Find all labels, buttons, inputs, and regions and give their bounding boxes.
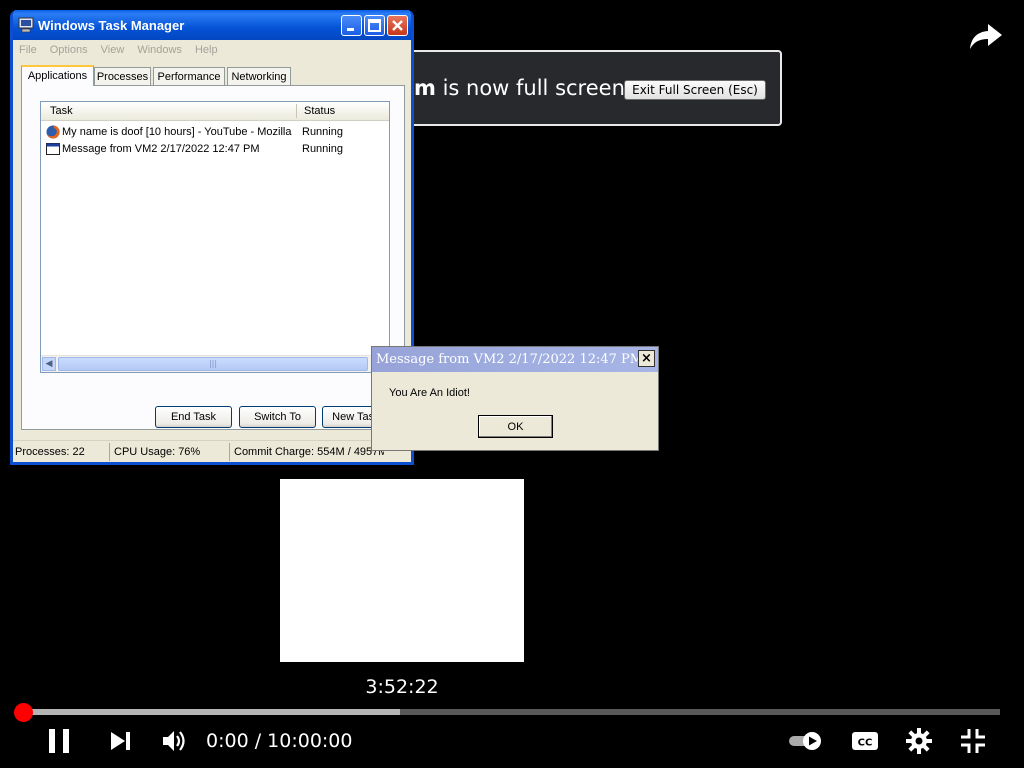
close-icon[interactable]: ×	[638, 350, 655, 367]
task-manager-window: Windows Task Manager File Options View W…	[10, 10, 414, 465]
table-row[interactable]: Message from VM2 2/17/2022 12:47 PM Runn…	[41, 141, 389, 158]
task-manager-icon	[18, 17, 34, 33]
task-name: My name is doof [10 hours] - YouTube - M…	[62, 126, 294, 138]
fullscreen-notice-text: m is now full screen	[414, 76, 625, 100]
menu-windows[interactable]: Windows	[137, 44, 182, 56]
end-task-button[interactable]: End Task	[155, 406, 232, 428]
close-button[interactable]	[387, 15, 408, 36]
status-bar: Processes: 22 CPU Usage: 76% Commit Char…	[13, 440, 411, 462]
maximize-icon	[368, 19, 381, 32]
message-text: You Are An Idiot!	[389, 387, 470, 399]
message-dialog-title-bar[interactable]: Message from VM2 2/17/2022 12:47 PM ×	[372, 347, 658, 372]
scroll-thumb[interactable]: |||	[58, 357, 368, 371]
menu-file[interactable]: File	[19, 44, 37, 56]
task-manager-title-bar[interactable]: Windows Task Manager	[13, 10, 411, 40]
exit-full-screen-button[interactable]: Exit Full Screen (Esc)	[624, 80, 766, 100]
video-frame	[280, 479, 524, 662]
switch-to-button[interactable]: Switch To	[239, 406, 316, 428]
task-status: Running	[302, 143, 343, 155]
column-status[interactable]: Status	[304, 105, 335, 117]
share-icon[interactable]	[966, 18, 1006, 54]
settings-gear-icon[interactable]	[905, 727, 933, 755]
pause-icon[interactable]	[46, 727, 74, 755]
autoplay-toggle-icon[interactable]	[788, 727, 824, 755]
fullscreen-notice: m is now full screen Exit Full Screen (E…	[396, 50, 782, 126]
svg-text:CC: CC	[858, 738, 873, 749]
next-icon[interactable]	[106, 727, 134, 755]
status-cpu: CPU Usage: 76%	[114, 446, 201, 458]
status-commit: Commit Charge: 554M / 4957M	[234, 446, 384, 458]
close-icon	[392, 20, 403, 31]
scrubber-handle[interactable]	[14, 703, 33, 722]
maximize-button[interactable]	[364, 15, 385, 36]
tab-networking[interactable]: Networking	[227, 67, 291, 85]
status-divider	[109, 443, 110, 461]
tab-performance[interactable]: Performance	[153, 67, 225, 85]
task-list[interactable]: Task Status My name is doof [10 hours] -…	[40, 101, 390, 373]
status-processes: Processes: 22	[15, 446, 85, 458]
menu-options[interactable]: Options	[50, 44, 88, 56]
progress-bar[interactable]	[23, 709, 1000, 715]
minimize-button[interactable]	[341, 15, 362, 36]
message-dialog: Message from VM2 2/17/2022 12:47 PM × Yo…	[371, 346, 659, 451]
task-status: Running	[302, 126, 343, 138]
column-task[interactable]: Task	[50, 105, 73, 117]
task-manager-title: Windows Task Manager	[38, 18, 185, 33]
table-row[interactable]: My name is doof [10 hours] - YouTube - M…	[41, 124, 389, 141]
message-dialog-title: Message from VM2 2/17/2022 12:47 PM	[376, 352, 644, 367]
column-separator	[296, 104, 297, 118]
horizontal-scrollbar[interactable]: ◀ |||	[41, 355, 389, 372]
firefox-icon	[46, 125, 60, 139]
minimize-icon	[347, 28, 354, 31]
menu-bar: File Options View Windows Help	[13, 40, 411, 60]
countdown-timer: 3:52:22	[365, 676, 439, 698]
tab-applications[interactable]: Applications	[21, 65, 94, 86]
volume-icon[interactable]	[160, 727, 188, 755]
applications-panel: Task Status My name is doof [10 hours] -…	[21, 85, 405, 430]
task-name: Message from VM2 2/17/2022 12:47 PM	[62, 143, 260, 155]
ok-button[interactable]: OK	[478, 415, 553, 438]
status-divider	[229, 443, 230, 461]
window-icon	[46, 143, 60, 155]
menu-view[interactable]: View	[101, 44, 125, 56]
menu-help[interactable]: Help	[195, 44, 218, 56]
exit-fullscreen-icon[interactable]	[959, 727, 987, 755]
task-list-header: Task Status	[41, 102, 389, 121]
tab-processes[interactable]: Processes	[94, 67, 151, 85]
buffered-progress	[23, 709, 401, 715]
scroll-left-icon[interactable]: ◀	[42, 357, 56, 371]
time-display: 0:00 / 10:00:00	[206, 730, 353, 752]
closed-captions-icon[interactable]: CC	[851, 727, 879, 755]
